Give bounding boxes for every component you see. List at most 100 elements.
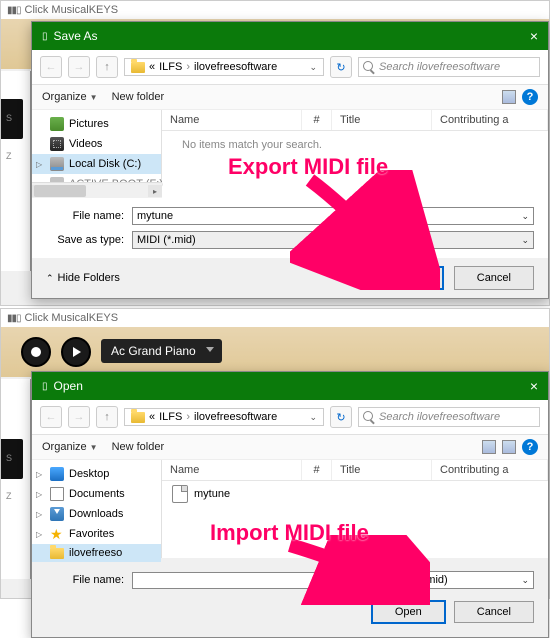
folder-icon — [131, 412, 145, 423]
chevron-down-icon[interactable]: ⌄ — [363, 575, 371, 586]
preview-pane-icon[interactable] — [502, 440, 516, 454]
close-icon[interactable]: × — [530, 378, 538, 394]
help-icon[interactable]: ? — [522, 439, 538, 455]
scroll-thumb[interactable] — [34, 185, 86, 197]
tree-item-local-disk[interactable]: ▷Local Disk (C:) — [32, 154, 161, 174]
dialog-icon: ▯ — [42, 381, 48, 392]
play-button[interactable] — [61, 337, 91, 367]
col-name[interactable]: Name — [162, 460, 302, 480]
file-type-filter[interactable]: MIDI (*.mid) ⌄ — [384, 571, 534, 589]
tree-item-favorites[interactable]: ▷★Favorites — [32, 524, 161, 544]
file-name-label: File name: — [46, 574, 124, 586]
piano-keys: S Z — [1, 71, 31, 271]
expand-icon[interactable]: ▷ — [36, 160, 42, 169]
app-logo-icon: ▮▮▯ — [7, 313, 21, 324]
app-logo-icon: ▮▮▯ — [7, 5, 21, 16]
nav-back-button[interactable]: ← — [40, 406, 62, 428]
col-name[interactable]: Name — [162, 110, 302, 130]
tree-item-downloads[interactable]: ▷Downloads — [32, 504, 161, 524]
chevron-down-icon[interactable]: ⌄ — [309, 412, 317, 423]
file-list[interactable]: Name # Title Contributing a No items mat… — [162, 110, 548, 182]
refresh-button[interactable]: ↻ — [330, 56, 352, 78]
star-icon: ★ — [50, 527, 64, 541]
tree-item-videos[interactable]: Videos — [32, 134, 161, 154]
instrument-select[interactable]: Ac Grand Piano — [101, 339, 222, 363]
desktop-icon — [50, 467, 64, 481]
new-folder-button[interactable]: New folder — [112, 91, 165, 103]
save-button[interactable]: Save — [371, 266, 444, 290]
expand-icon[interactable]: ▷ — [36, 510, 42, 519]
tree-item-ilovefreeso[interactable]: ilovefreeso — [32, 544, 161, 562]
app-title: Click MusicalKEYS — [25, 312, 119, 324]
file-name-label: File name: — [46, 210, 124, 222]
tree-scrollbar[interactable]: ◂ ▸ — [32, 182, 162, 198]
search-input[interactable]: Search ilovefreesoftware — [358, 407, 540, 427]
chevron-down-icon[interactable]: ⌄ — [309, 62, 317, 73]
hide-folders-button[interactable]: ⌃ Hide Folders — [46, 272, 120, 284]
app-titlebar: ▮▮▯ Click MusicalKEYS — [1, 1, 549, 19]
col-number[interactable]: # — [302, 460, 332, 480]
organize-menu[interactable]: Organize▼ — [42, 441, 98, 453]
file-list[interactable]: Name # Title Contributing a mytune — [162, 460, 548, 558]
column-headers[interactable]: Name # Title Contributing a — [162, 110, 548, 131]
nav-back-button[interactable]: ← — [40, 56, 62, 78]
dialog-icon: ▯ — [42, 31, 48, 42]
piano-keys: S Z — [1, 379, 31, 579]
open-button[interactable]: Open — [371, 600, 446, 624]
open-dialog: ▯ Open × ← → ↑ « ILFS › ilovefreesoftwar… — [31, 371, 549, 638]
help-icon[interactable]: ? — [522, 89, 538, 105]
breadcrumb[interactable]: « ILFS › ilovefreesoftware ⌄ — [124, 408, 324, 426]
chevron-down-icon[interactable]: ⌄ — [521, 211, 529, 222]
videos-icon — [50, 137, 64, 151]
tree-item-documents[interactable]: ▷Documents — [32, 484, 161, 504]
new-folder-button[interactable]: New folder — [112, 441, 165, 453]
nav-up-button[interactable]: ↑ — [96, 56, 118, 78]
col-number[interactable]: # — [302, 110, 332, 130]
key-label-z: Z — [6, 151, 12, 161]
save-type-select[interactable]: MIDI (*.mid) ⌄ — [132, 231, 534, 249]
dialog-titlebar[interactable]: ▯ Save As × — [32, 22, 548, 50]
search-input[interactable]: Search ilovefreesoftware — [358, 57, 540, 77]
folder-icon — [50, 548, 64, 559]
nav-forward-button[interactable]: → — [68, 406, 90, 428]
save-as-dialog: ▯ Save As × ← → ↑ « ILFS › ilovefreesoft… — [31, 21, 549, 299]
tree-item-desktop[interactable]: ▷Desktop — [32, 464, 161, 484]
close-icon[interactable]: × — [530, 28, 538, 44]
expand-icon[interactable]: ▷ — [36, 490, 42, 499]
nav-forward-button[interactable]: → — [68, 56, 90, 78]
dialog-titlebar[interactable]: ▯ Open × — [32, 372, 548, 400]
downloads-icon — [50, 507, 64, 521]
refresh-button[interactable]: ↻ — [330, 406, 352, 428]
file-name-input[interactable]: mytune ⌄ — [132, 207, 534, 225]
cancel-button[interactable]: Cancel — [454, 266, 534, 290]
col-contributing[interactable]: Contributing a — [432, 460, 548, 480]
col-title[interactable]: Title — [332, 110, 432, 130]
nav-up-button[interactable]: ↑ — [96, 406, 118, 428]
search-icon — [363, 411, 373, 421]
folder-tree[interactable]: ▷Desktop ▷Documents ▷Downloads ▷★Favorit… — [32, 460, 162, 558]
folder-tree[interactable]: Pictures Videos ▷Local Disk (C:) ACTIVE … — [32, 110, 162, 182]
cancel-button[interactable]: Cancel — [454, 601, 534, 623]
chevron-down-icon[interactable]: ⌄ — [521, 575, 529, 586]
key-label-s: S — [6, 113, 12, 123]
expand-icon[interactable]: ▷ — [36, 530, 42, 539]
search-icon — [363, 61, 373, 71]
col-title[interactable]: Title — [332, 460, 432, 480]
tree-item-pictures[interactable]: Pictures — [32, 114, 161, 134]
organize-menu[interactable]: Organize▼ — [42, 91, 98, 103]
expand-icon[interactable]: ▷ — [36, 470, 42, 479]
breadcrumb[interactable]: « ILFS › ilovefreesoftware ⌄ — [124, 58, 324, 76]
column-headers[interactable]: Name # Title Contributing a — [162, 460, 548, 481]
key-label-s: S — [6, 453, 12, 463]
documents-icon — [50, 487, 64, 501]
col-contributing[interactable]: Contributing a — [432, 110, 548, 130]
dialog-title: Open — [54, 379, 83, 393]
file-item-mytune[interactable]: mytune — [162, 481, 548, 507]
view-options-icon[interactable] — [482, 440, 496, 454]
file-name-input[interactable]: ⌄ — [132, 572, 376, 589]
view-options-icon[interactable] — [502, 90, 516, 104]
chevron-down-icon[interactable]: ⌄ — [521, 235, 529, 246]
scroll-right-icon[interactable]: ▸ — [148, 185, 162, 197]
record-button[interactable] — [21, 337, 51, 367]
empty-message: No items match your search. — [162, 131, 548, 159]
